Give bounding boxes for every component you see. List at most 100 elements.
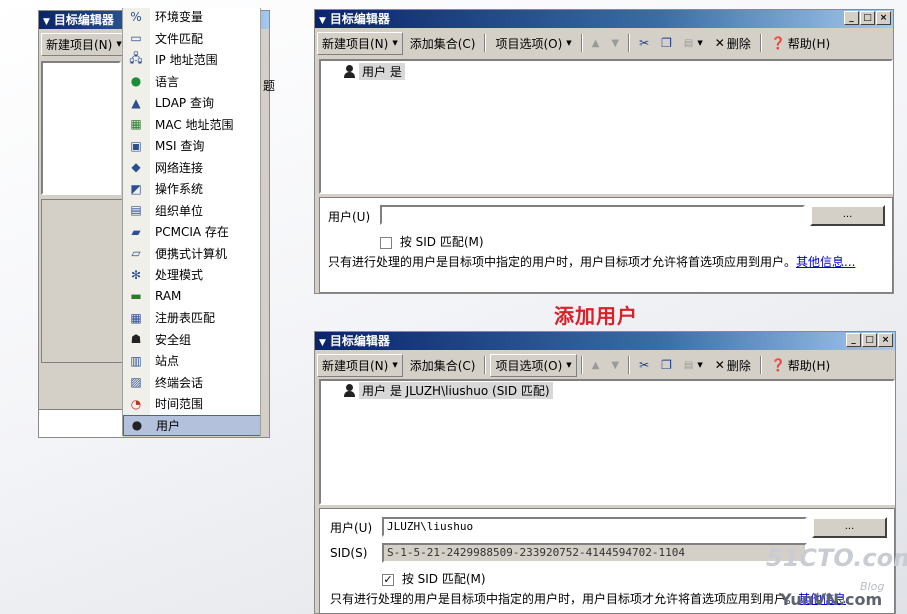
user-field-label: 用户(U) — [330, 521, 373, 535]
menu-item[interactable]: ● 语言 — [123, 71, 260, 92]
match-sid-checkbox-row[interactable]: ✓ 按 SID 匹配(M) — [382, 570, 486, 587]
menu-item-label: MAC 地址范围 — [155, 117, 234, 132]
menu-item-label: 环境变量 — [155, 10, 204, 24]
globe-icon: ● — [130, 74, 142, 88]
maximize-button[interactable]: □ — [860, 11, 875, 25]
toolbar-separator — [580, 34, 583, 52]
close-button[interactable]: × — [876, 11, 891, 25]
new-item-button[interactable]: 新建项目(N) ▼ — [317, 353, 403, 377]
cut-button[interactable]: ✂ — [634, 33, 654, 53]
top-properties-form: 用户(U) ... 按 SID 匹配(M) 只有进行处理的用户是目标项中指定的用… — [319, 197, 893, 293]
menu-item[interactable]: ☗ 安全组 — [123, 329, 260, 350]
user-target-node[interactable]: 用户 是 — [343, 63, 405, 80]
copy-button[interactable]: ❐ — [656, 355, 677, 375]
more-info-link[interactable]: 其他信息... — [796, 255, 855, 269]
menu-item[interactable]: % 环境变量 — [123, 8, 260, 27]
menu-item[interactable]: ▥ 站点 — [123, 350, 260, 371]
match-sid-checkbox-row[interactable]: 按 SID 匹配(M) — [380, 233, 484, 250]
browse-user-button[interactable]: ... — [810, 205, 885, 226]
cut-button[interactable]: ✂ — [634, 355, 654, 375]
delete-x-icon: ✕ — [714, 36, 725, 50]
add-collection-button[interactable]: 添加集合(C) — [405, 32, 481, 55]
delete-button[interactable]: ✕ 删除 — [710, 32, 756, 55]
menu-item-label: 文件匹配 — [155, 31, 204, 46]
move-up-button[interactable]: ▲ — [587, 357, 605, 374]
delete-x-icon: ✕ — [714, 358, 725, 372]
network-card-icon: ▦ — [130, 117, 142, 131]
new-item-label: 新建项目(N) — [322, 36, 389, 51]
clock-icon: ◔ — [130, 396, 142, 411]
menu-item-label: 操作系统 — [155, 182, 204, 196]
item-options-button[interactable]: 项目选项(O) ▼ — [490, 32, 576, 55]
menu-item[interactable]: ▬ RAM — [123, 286, 260, 307]
move-up-button[interactable]: ▲ — [587, 35, 605, 52]
help-button[interactable]: ❓ 帮助(H) — [766, 354, 835, 377]
menu-item[interactable]: ▦ 注册表匹配 — [123, 307, 260, 328]
item-options-label: 项目选项(O) — [495, 36, 563, 51]
paste-button[interactable]: ▤ ▼ — [679, 357, 708, 374]
user-target-node[interactable]: 用户 是 JLUZH\liushuo (SID 匹配) — [343, 382, 553, 399]
menu-item[interactable]: ▲ LDAP 查询 — [123, 92, 260, 113]
top-target-editor-window: ▼ 目标编辑器 _ □ × 新建项目(N) ▼ 添加集合(C) 项目选项(O) ▼ ▲… — [314, 9, 894, 294]
top-targeting-items-pane[interactable]: 用户 是 — [319, 59, 893, 194]
bottom-window-titlebar[interactable]: ▼ 目标编辑器 _ □ × — [315, 332, 895, 350]
menu-item[interactable]: ▤ 组织单位 — [123, 200, 260, 221]
percent-icon: % — [130, 9, 142, 24]
menu-item[interactable]: ▰ PCMCIA 存在 — [123, 221, 260, 242]
menu-item-label: 安全组 — [155, 332, 192, 347]
menu-item[interactable]: ▱ 便携式计算机 — [123, 243, 260, 264]
add-collection-button[interactable]: 添加集合(C) — [405, 354, 481, 377]
help-button[interactable]: ❓ 帮助(H) — [766, 32, 835, 55]
menu-item[interactable]: ▨ 终端会话 — [123, 372, 260, 393]
item-options-button[interactable]: 项目选项(O) ▼ — [490, 353, 577, 377]
copy-icon: ❐ — [661, 358, 672, 372]
collapse-triangle-icon: ▼ — [319, 338, 326, 348]
move-down-button[interactable]: ▼ — [606, 357, 624, 374]
left-new-item-button[interactable]: 新建项目(N) ▼ — [41, 32, 127, 56]
help-icon: ❓ — [770, 358, 786, 372]
menu-item-label: 用户 — [156, 418, 181, 433]
arrow-up-icon: ▲ — [591, 37, 600, 49]
delete-button[interactable]: ✕ 删除 — [710, 354, 756, 377]
info-text: 只有进行处理的用户是目标项中指定的用户时，用户目标项才允许将首选项应用到用户。 — [330, 592, 799, 606]
user-input[interactable] — [380, 205, 805, 225]
paste-button[interactable]: ▤ ▼ — [679, 35, 708, 52]
left-window-title: 目标编辑器 — [53, 13, 114, 27]
left-tree-pane[interactable] — [41, 61, 121, 195]
left-partial-text: 题 — [263, 79, 276, 93]
delete-label: 删除 — [726, 36, 751, 51]
maximize-button[interactable]: □ — [862, 333, 877, 347]
user-icon — [343, 65, 355, 78]
menu-item[interactable]: ◩ 操作系统 — [123, 178, 260, 199]
menu-item-label: PCMCIA 存在 — [155, 225, 229, 239]
menu-item-label: IP 地址范围 — [155, 53, 218, 67]
match-sid-checkbox[interactable] — [380, 236, 392, 249]
menu-item[interactable]: ◔ 时间范围 — [123, 393, 260, 414]
browse-user-button[interactable]: ... — [812, 517, 887, 538]
bottom-window-title: 目标编辑器 — [329, 334, 390, 348]
top-window-titlebar[interactable]: ▼ 目标编辑器 _ □ × — [315, 10, 893, 28]
menu-item[interactable]: ▣ MSI 查询 — [123, 135, 260, 156]
dropdown-caret-icon: ▼ — [566, 39, 572, 47]
add-collection-label: 添加集合(C) — [409, 36, 476, 51]
menu-item[interactable]: ▭ 文件匹配 — [123, 28, 260, 49]
menu-item[interactable]: ▦ MAC 地址范围 — [123, 114, 260, 135]
paste-icon: ▤ — [683, 359, 694, 371]
close-button[interactable]: × — [878, 333, 893, 347]
minimize-button[interactable]: _ — [846, 333, 861, 347]
match-sid-checkbox[interactable]: ✓ — [382, 573, 394, 586]
match-sid-label: 按 SID 匹配(M) — [399, 235, 484, 249]
help-label: 帮助(H) — [787, 358, 831, 373]
copy-button[interactable]: ❐ — [656, 33, 677, 53]
user-input[interactable]: JLUZH\liushuo — [382, 517, 807, 537]
move-down-button[interactable]: ▼ — [606, 35, 624, 52]
toolbar-separator — [759, 356, 762, 374]
bottom-targeting-items-pane[interactable]: 用户 是 JLUZH\liushuo (SID 匹配) — [319, 379, 895, 505]
menu-item[interactable]: ✻ 处理模式 — [123, 264, 260, 285]
new-item-button[interactable]: 新建项目(N) ▼ — [317, 31, 403, 55]
menu-item[interactable]: ● 用户 — [123, 414, 260, 436]
menu-item[interactable]: ◆ 网络连接 — [123, 157, 260, 178]
collapse-triangle-icon: ▼ — [43, 17, 50, 27]
minimize-button[interactable]: _ — [844, 11, 859, 25]
menu-item[interactable]: 🖧 IP 地址范围 — [123, 49, 260, 70]
